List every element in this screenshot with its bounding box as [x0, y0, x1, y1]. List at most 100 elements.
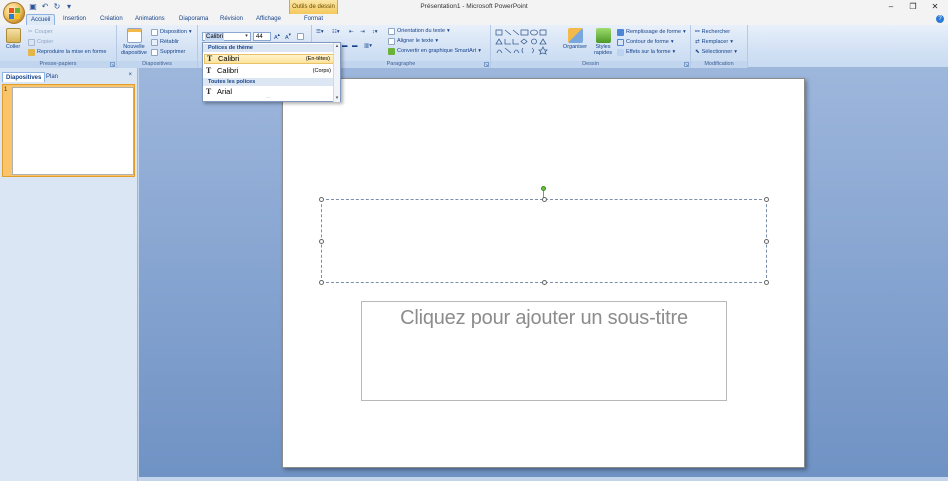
drawing-group-label: Dessin: [491, 61, 690, 68]
tab-creation[interactable]: Création: [96, 14, 127, 25]
close-button[interactable]: ✕: [924, 0, 946, 14]
undo-icon[interactable]: ↶: [40, 2, 50, 12]
redo-icon[interactable]: ↻: [52, 2, 62, 12]
minimize-button[interactable]: –: [880, 0, 902, 14]
copy-button[interactable]: Copier: [28, 38, 53, 47]
tab-insertion[interactable]: Insertion: [59, 14, 90, 25]
paragraph-dialog-launcher[interactable]: ↘: [484, 62, 489, 67]
bullets-button[interactable]: ☰▾: [316, 28, 324, 37]
tab-accueil[interactable]: Accueil: [26, 14, 56, 25]
tab-affichage[interactable]: Affichage: [252, 14, 285, 25]
align-center-button[interactable]: ▬: [342, 42, 348, 51]
text-direction-button[interactable]: Orientation du texte ▾: [388, 27, 450, 36]
title-placeholder[interactable]: [319, 197, 769, 285]
line-spacing-button[interactable]: ↕▾: [372, 28, 378, 37]
slide-thumbnail[interactable]: [12, 87, 134, 175]
shrink-font-button[interactable]: A▾: [285, 32, 291, 41]
chevron-down-icon: ▾: [478, 48, 481, 54]
tab-revision[interactable]: Révision: [216, 14, 247, 25]
justify-icon: ▬: [352, 43, 358, 49]
reset-label: Rétablir: [160, 39, 179, 45]
clipboard-dialog-launcher[interactable]: ↘: [110, 62, 115, 67]
office-logo-icon: [9, 8, 20, 19]
new-slide-button[interactable]: Nouvelle diapositive: [118, 28, 150, 56]
increase-indent-icon: ⇥: [360, 29, 365, 35]
font-name-combo[interactable]: Calibri ▾: [202, 32, 251, 41]
increase-indent-button[interactable]: ⇥: [360, 28, 365, 37]
reset-button[interactable]: Rétablir: [151, 38, 179, 47]
quick-styles-button[interactable]: Styles rapides: [591, 28, 615, 56]
close-icon[interactable]: ×: [128, 72, 132, 78]
tab-diaporama[interactable]: Diaporama: [175, 14, 212, 25]
chevron-down-icon[interactable]: ▾: [243, 33, 250, 40]
arrange-button[interactable]: Organiser: [561, 28, 589, 50]
select-button[interactable]: ⬉ Sélectionner ▾: [695, 48, 737, 57]
binoculars-icon: ⚯: [695, 29, 700, 35]
replace-button[interactable]: ⇄ Remplacer ▾: [695, 38, 733, 47]
clear-formatting-icon: [297, 33, 304, 40]
font-size-combo[interactable]: 44: [253, 32, 271, 41]
font-option-calibri-headings[interactable]: T Calibri (En-têtes): [204, 54, 334, 64]
smartart-label: Convertir en graphique SmartArt: [397, 48, 477, 54]
editing-group-label: Modification: [691, 61, 747, 68]
shape-outline-button[interactable]: Contour de forme ▾: [617, 38, 674, 47]
help-icon[interactable]: ?: [936, 15, 944, 23]
columns-button[interactable]: ▥▾: [364, 42, 372, 51]
status-bar: [139, 477, 948, 481]
resize-handle-e[interactable]: [764, 239, 769, 244]
scissors-icon: ✂: [28, 29, 33, 35]
font-option-name: Calibri: [217, 66, 239, 75]
resize-handle-se[interactable]: [764, 280, 769, 285]
decrease-indent-icon: ⇤: [349, 29, 354, 35]
delete-slide-button[interactable]: Supprimer: [151, 48, 185, 57]
resize-handle-w[interactable]: [319, 239, 324, 244]
dropdown-scrollbar[interactable]: ▴ ▾: [333, 43, 340, 102]
customize-icon[interactable]: ▾: [64, 2, 74, 12]
replace-label: Remplacer: [701, 39, 729, 45]
restore-button[interactable]: ❐: [902, 0, 924, 14]
find-button[interactable]: ⚯ Rechercher: [695, 28, 730, 37]
scroll-up-icon[interactable]: ▴: [334, 43, 340, 50]
slide-number: 1: [4, 87, 8, 93]
format-painter-button[interactable]: Reproduire la mise en forme: [28, 48, 106, 57]
rotate-handle[interactable]: [541, 186, 546, 191]
smartart-button[interactable]: Convertir en graphique SmartArt ▾: [388, 47, 481, 56]
quick-access-toolbar: ▣ ↶ ↻ ▾: [28, 2, 74, 12]
shape-effects-icon: [617, 49, 624, 56]
layout-button[interactable]: Disposition ▾: [151, 28, 192, 37]
drawing-dialog-launcher[interactable]: ↘: [684, 62, 689, 67]
font-option-calibri-body[interactable]: T Calibri (Corps): [204, 66, 334, 76]
arrange-icon: [567, 28, 583, 43]
justify-button[interactable]: ▬: [352, 42, 358, 51]
save-icon[interactable]: ▣: [28, 2, 38, 12]
format-painter-icon: [28, 49, 35, 56]
align-text-button[interactable]: Aligner le texte ▾: [388, 37, 438, 46]
resize-grip[interactable]: ⋯: [203, 96, 334, 101]
bullets-icon: ☰▾: [316, 29, 324, 35]
scroll-down-icon[interactable]: ▾: [334, 95, 340, 102]
resize-handle-sw[interactable]: [319, 280, 324, 285]
panel-tabs: Diapositives Plan: [0, 72, 138, 82]
slide-thumbnail-selected[interactable]: 1: [2, 84, 135, 177]
shapes-gallery[interactable]: [494, 28, 558, 55]
tab-plan[interactable]: Plan: [43, 72, 61, 82]
resize-handle-s[interactable]: [542, 280, 547, 285]
tab-format[interactable]: Format: [300, 14, 327, 25]
subtitle-placeholder[interactable]: Cliquez pour ajouter un sous-titre: [361, 301, 727, 401]
shape-effects-button[interactable]: Effets sur la forme ▾: [617, 48, 675, 57]
numbering-button[interactable]: ☷▾: [332, 28, 340, 37]
tab-diapositives[interactable]: Diapositives: [2, 72, 46, 82]
paste-button[interactable]: Coller: [3, 28, 23, 50]
clear-formatting-button[interactable]: [297, 32, 304, 41]
office-button[interactable]: [3, 2, 25, 24]
resize-handle-ne[interactable]: [764, 197, 769, 202]
cut-button[interactable]: ✂ Couper: [28, 28, 53, 37]
decrease-indent-button[interactable]: ⇤: [349, 28, 354, 37]
slide-canvas[interactable]: Cliquez pour ajouter un sous-titre: [282, 78, 805, 468]
group-drawing: Organiser Styles rapides Remplissage de …: [491, 25, 691, 68]
resize-handle-n[interactable]: [542, 197, 547, 202]
grow-font-button[interactable]: A▴: [274, 32, 280, 41]
resize-handle-nw[interactable]: [319, 197, 324, 202]
shape-fill-button[interactable]: Remplissage de forme ▾: [617, 28, 686, 37]
tab-animations[interactable]: Animations: [131, 14, 169, 25]
